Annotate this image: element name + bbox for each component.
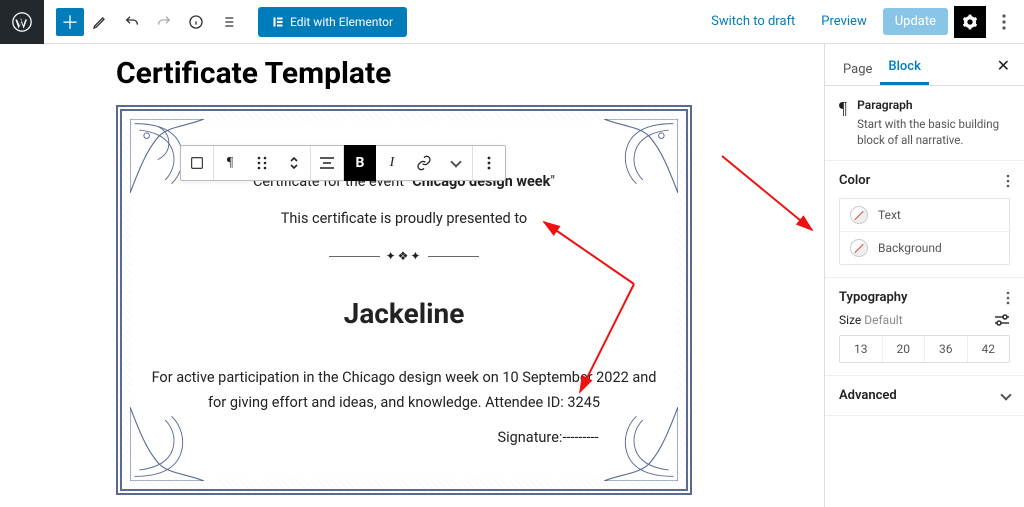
settings-button[interactable]: [954, 6, 986, 38]
preview-button[interactable]: Preview: [811, 8, 876, 35]
italic-button[interactable]: I: [376, 145, 408, 181]
move-up-down-button[interactable]: [278, 145, 310, 181]
certificate-signature-line[interactable]: Signature:---------: [132, 429, 676, 446]
move-handle[interactable]: [246, 145, 278, 181]
chevron-down-icon: [450, 156, 461, 167]
corner-ornament-icon: [604, 119, 678, 193]
typography-panel-toggle[interactable]: Typography: [839, 290, 1010, 305]
kebab-icon: [1002, 14, 1006, 30]
corner-ornament-icon: [604, 407, 678, 481]
pencil-icon: [92, 14, 108, 30]
bold-button[interactable]: B: [344, 145, 376, 181]
align-button[interactable]: [311, 145, 343, 181]
add-block-button[interactable]: ＋: [56, 8, 84, 36]
elementor-label: Edit with Elementor: [290, 15, 393, 29]
block-description: Start with the basic building block of a…: [857, 116, 1010, 148]
wordpress-logo[interactable]: [0, 0, 44, 44]
block-name-label: Paragraph: [857, 98, 1010, 112]
more-inline-button[interactable]: [440, 145, 472, 181]
editor-top-toolbar: ＋ Edit with Elementor Switch to draft Pr…: [0, 0, 1024, 44]
size-pill[interactable]: 20: [882, 336, 925, 362]
paragraph-block-icon: [189, 155, 205, 171]
update-button[interactable]: Update: [883, 8, 948, 35]
tab-block[interactable]: Block: [880, 49, 928, 85]
transform-block-button[interactable]: [181, 145, 213, 181]
certificate-body-text[interactable]: For active participation in the Chicago …: [132, 366, 676, 415]
close-sidebar-button[interactable]: ✕: [993, 46, 1014, 85]
undo-icon: [124, 14, 140, 30]
font-size-presets: 13 20 36 42: [839, 335, 1010, 363]
wordpress-icon: [12, 12, 32, 32]
editor-canvas[interactable]: Certificate Template G: [0, 44, 824, 507]
corner-ornament-icon: [130, 407, 204, 481]
paragraph-type-button[interactable]: ¶: [214, 145, 246, 181]
certificate-attendee-name[interactable]: Jackeline: [132, 297, 676, 330]
info-icon: [188, 14, 204, 30]
more-options-button[interactable]: [992, 6, 1016, 38]
certificate-divider-icon: ✦❖✦: [329, 249, 479, 263]
kebab-icon: [487, 156, 491, 170]
redo-icon: [156, 14, 172, 30]
info-button[interactable]: [180, 6, 212, 38]
certificate-block[interactable]: ¶: [116, 105, 692, 495]
link-icon: [416, 155, 432, 171]
page-title[interactable]: Certificate Template: [116, 56, 824, 91]
block-more-button[interactable]: [473, 145, 505, 181]
color-text-button[interactable]: Text: [840, 199, 1009, 231]
advanced-panel-toggle[interactable]: Advanced: [839, 388, 1010, 403]
paragraph-icon: ¶: [839, 98, 847, 148]
kebab-icon: [1006, 291, 1010, 305]
redo-button[interactable]: [148, 6, 180, 38]
size-pill[interactable]: 13: [840, 336, 882, 362]
size-pill[interactable]: 36: [924, 336, 967, 362]
color-panel-toggle[interactable]: Color: [839, 173, 1010, 188]
size-label: Size Default: [839, 313, 903, 327]
list-icon: [220, 14, 236, 30]
settings-sidebar: Page Block ✕ ¶ Paragraph Start with the …: [824, 44, 1024, 507]
kebab-icon: [1006, 174, 1010, 188]
undo-button[interactable]: [116, 6, 148, 38]
chevron-down-icon: [1000, 389, 1011, 400]
tab-page[interactable]: Page: [835, 52, 880, 85]
align-icon: [319, 156, 335, 170]
certificate-presented-line[interactable]: This certificate is proudly presented to: [132, 210, 676, 227]
color-background-button[interactable]: Background: [840, 231, 1009, 264]
elementor-icon: [272, 16, 284, 28]
link-button[interactable]: [408, 145, 440, 181]
drag-icon: [256, 155, 268, 171]
block-floating-toolbar: ¶: [180, 145, 506, 181]
sliders-icon[interactable]: [994, 314, 1010, 326]
size-pill[interactable]: 42: [967, 336, 1010, 362]
edit-with-elementor-button[interactable]: Edit with Elementor: [258, 7, 407, 37]
chevron-up-down-icon: [288, 155, 300, 171]
switch-to-draft-button[interactable]: Switch to draft: [701, 8, 805, 35]
swatch-icon: [850, 206, 868, 224]
edit-mode-button[interactable]: [84, 6, 116, 38]
swatch-icon: [850, 239, 868, 257]
outline-button[interactable]: [212, 6, 244, 38]
gear-icon: [962, 14, 978, 30]
